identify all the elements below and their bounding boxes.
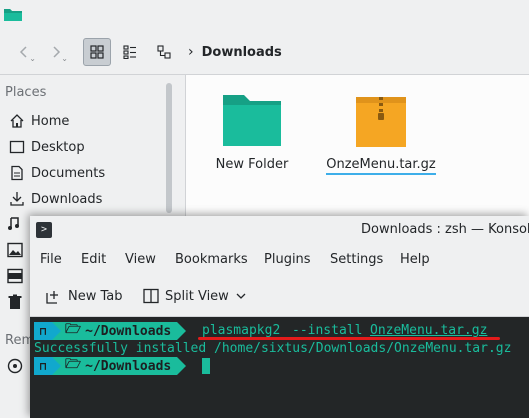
downloads-icon: [6, 190, 28, 208]
place-item-documents[interactable]: Documents: [0, 160, 160, 186]
place-item-downloads[interactable]: Downloads: [0, 186, 160, 212]
os-logo-icon: ⊓: [34, 357, 52, 375]
terminal-icon: >: [36, 222, 52, 238]
music-icon[interactable]: [7, 215, 21, 235]
split-view-label: Split View: [165, 288, 229, 304]
documents-icon: [6, 164, 28, 182]
prompt-directory: 🗁 ~/Downloads: [61, 357, 178, 375]
tree-view-button[interactable]: [150, 38, 178, 66]
terminal-cursor: [202, 358, 210, 374]
places-header: Places: [5, 85, 47, 100]
place-label: Home: [31, 113, 70, 129]
terminal-area[interactable]: ⊓ 🗁 ~/Downloads plasmapkg2 --install Onze…: [30, 317, 529, 418]
back-button[interactable]: ⌄: [10, 38, 38, 66]
dolphin-app-icon: [4, 9, 22, 21]
menu-plugins[interactable]: Plugins: [264, 252, 311, 267]
place-label: Downloads: [31, 191, 103, 207]
chevron-down-icon: ⌄: [61, 54, 68, 63]
new-tab-button[interactable]: New Tab: [46, 288, 123, 304]
home-icon: [6, 112, 28, 130]
details-view-button[interactable]: [116, 38, 144, 66]
split-view-button[interactable]: Split View: [143, 288, 247, 304]
folder-open-icon: 🗁: [65, 322, 82, 337]
videos-icon[interactable]: [7, 268, 23, 288]
network-icon[interactable]: [7, 358, 23, 378]
split-view-icon: [143, 288, 159, 304]
icons-view-button[interactable]: [83, 38, 111, 66]
file-name: OnzeMenu.tar.gz: [326, 157, 436, 175]
konsole-window: > Downloads : zsh — Konsole File Edit Vi…: [30, 216, 529, 418]
file-name: New Folder: [215, 157, 289, 172]
prompt-directory: 🗁 ~/Downloads: [61, 322, 178, 340]
highlight-underline: [198, 337, 500, 340]
prompt-arrow: [52, 357, 61, 375]
dolphin-toolbar: ⌄ ⌄ › Downloads: [0, 30, 529, 75]
file-item-onzemenu-archive[interactable]: OnzeMenu.tar.gz: [321, 91, 441, 175]
os-logo-icon: ⊓: [34, 322, 52, 340]
new-tab-label: New Tab: [68, 288, 123, 304]
chevron-down-icon: [236, 293, 246, 299]
tree-view-icon: [157, 45, 171, 59]
list-view-icon: [123, 45, 136, 59]
command-name: plasmapkg2: [202, 323, 281, 338]
shell-prompt: ⊓ 🗁 ~/Downloads: [34, 322, 187, 340]
command-output: Successfully installed /home/sixtus/Down…: [34, 341, 512, 356]
command-flag: --install: [292, 323, 363, 338]
command-argument: OnzeMenu.tar.gz: [370, 323, 488, 338]
konsole-menubar: File Edit View Bookmarks Plugins Setting…: [30, 244, 529, 276]
trash-icon[interactable]: [7, 294, 23, 314]
places-scrollbar[interactable]: [166, 83, 172, 213]
menu-help[interactable]: Help: [400, 252, 430, 267]
prompt-arrow: [52, 322, 61, 340]
file-item-new-folder[interactable]: New Folder: [192, 91, 312, 172]
prompt-arrow: [177, 322, 187, 340]
forward-button[interactable]: ⌄: [42, 38, 70, 66]
new-tab-icon: [46, 291, 58, 304]
pictures-icon[interactable]: [7, 242, 23, 262]
place-item-home[interactable]: Home: [0, 108, 160, 134]
menu-settings[interactable]: Settings: [330, 252, 383, 267]
dolphin-titlebar: [0, 0, 529, 30]
shell-prompt: ⊓ 🗁 ~/Downloads: [34, 357, 187, 375]
menu-view[interactable]: View: [125, 252, 156, 267]
place-label: Desktop: [31, 139, 85, 155]
menu-file[interactable]: File: [40, 252, 62, 267]
menu-bookmarks[interactable]: Bookmarks: [175, 252, 248, 267]
breadcrumb-downloads[interactable]: Downloads: [202, 45, 282, 60]
window-title: Downloads : zsh — Konsole: [361, 222, 529, 237]
folder-icon: [223, 95, 281, 146]
desktop-icon: [6, 138, 28, 156]
chevron-down-icon: ⌄: [29, 54, 36, 63]
place-label: Documents: [31, 165, 106, 181]
breadcrumb-separator-icon: ›: [188, 44, 194, 60]
place-item-desktop[interactable]: Desktop: [0, 134, 160, 160]
grid-view-icon: [90, 45, 104, 59]
breadcrumb: › Downloads: [188, 42, 282, 62]
folder-open-icon: 🗁: [65, 357, 82, 372]
menu-edit[interactable]: Edit: [81, 252, 106, 267]
konsole-toolbar: New Tab Split View: [30, 276, 529, 317]
konsole-titlebar: > Downloads : zsh — Konsole: [30, 216, 529, 244]
prompt-arrow: [177, 357, 187, 375]
archive-icon: [356, 97, 406, 147]
